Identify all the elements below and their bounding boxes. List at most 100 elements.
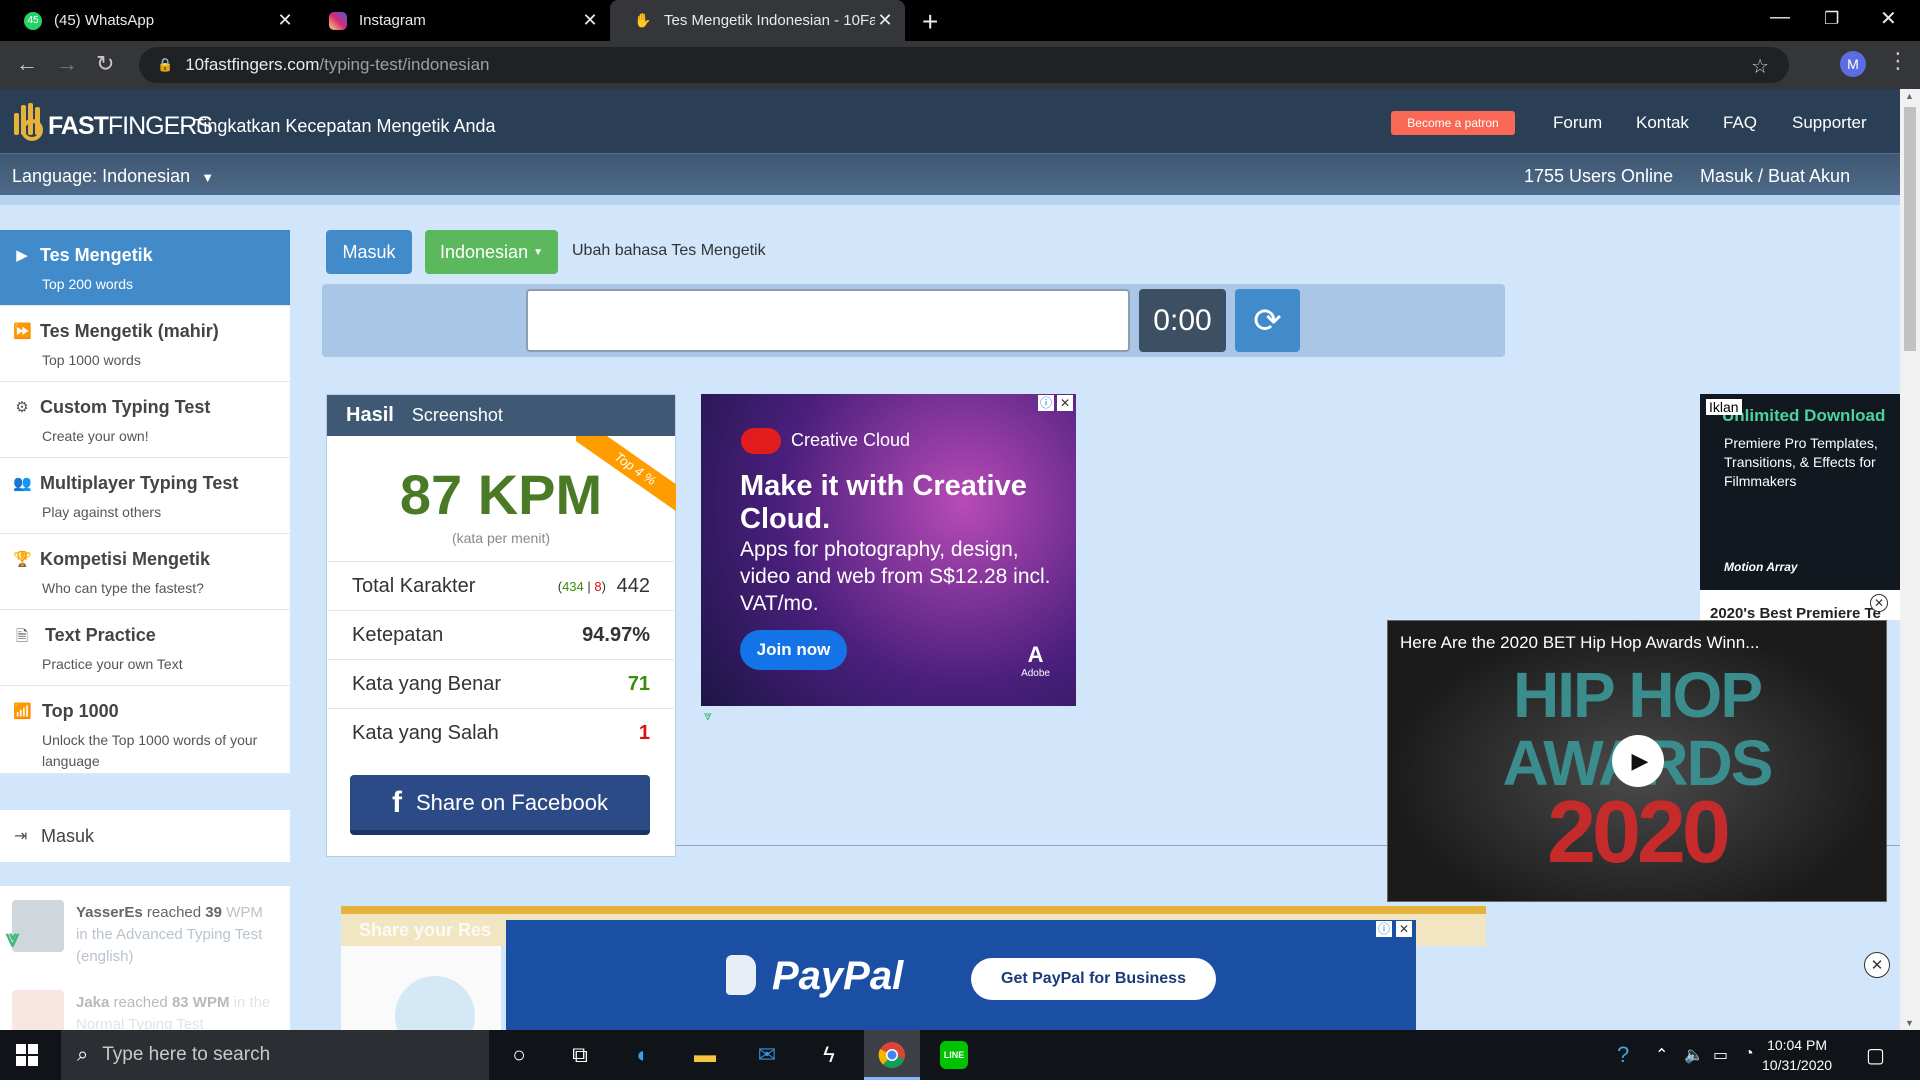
scroll-down-icon[interactable]: ▼: [1905, 1018, 1914, 1028]
login-register-link[interactable]: Masuk / Buat Akun: [1700, 166, 1850, 187]
windows-start-icon[interactable]: [16, 1044, 38, 1066]
list-item[interactable]: YasserEs reached 39 WPM in the Advanced …: [12, 900, 282, 965]
ad-join-button[interactable]: Join now: [740, 630, 847, 670]
activity-score: 83 WPM: [171, 994, 230, 1011]
play-icon[interactable]: ▶: [1612, 735, 1664, 787]
tab-whatsapp[interactable]: 45 (45) WhatsApp ✕: [0, 0, 305, 41]
nav-supporter[interactable]: Supporter: [1792, 113, 1867, 133]
share-title: Share your Res: [359, 920, 492, 940]
clock-time: 10:04 PM: [1767, 1037, 1827, 1053]
close-icon[interactable]: ✕: [875, 10, 895, 31]
app-s-icon[interactable]: ϟ: [813, 1039, 845, 1071]
ad-headline: Make it with Creative Cloud.: [740, 470, 1027, 535]
sidebar-item-tes-mengetik-mahir[interactable]: ⏩ Tes Mengetik (mahir) Top 1000 words: [0, 306, 290, 382]
creative-cloud-ad[interactable]: Creative Cloud Make it with Creative Clo…: [701, 394, 1076, 706]
restart-button[interactable]: ⟳: [1235, 289, 1300, 352]
reload-icon[interactable]: ↻: [96, 51, 114, 77]
search-placeholder: Type here to search: [102, 1044, 271, 1065]
ad-feedback-icon[interactable]: ⩔: [704, 707, 712, 724]
close-icon[interactable]: ✕: [275, 10, 295, 31]
address-bar[interactable]: 🔒 10fastfingers.com/typing-test/indonesi…: [139, 47, 1789, 83]
new-tab-button[interactable]: +: [922, 6, 938, 38]
sign-in-icon: ⇥: [14, 828, 28, 845]
profile-avatar[interactable]: M: [1840, 51, 1866, 77]
ad-feedback-icon[interactable]: ⩔: [6, 925, 20, 953]
file-explorer-icon[interactable]: ▬: [689, 1039, 721, 1071]
sidebar-item-text-practice[interactable]: 🗎 Text Practice Practice your own Text: [0, 610, 290, 686]
chrome-icon[interactable]: [876, 1039, 908, 1071]
wifi-icon[interactable]: ◔: [1744, 1045, 1754, 1063]
stat-label: Total Karakter: [352, 575, 476, 597]
avatar: [12, 990, 64, 1031]
login-button[interactable]: Masuk: [326, 230, 412, 274]
paypal-logo: PayPal: [726, 954, 903, 999]
site-logo[interactable]: FASTFINGERS: [12, 103, 213, 141]
instagram-icon: [329, 11, 347, 30]
sidebar-login[interactable]: ⇥ Masuk: [0, 810, 290, 862]
forward-icon[interactable]: →: [56, 51, 78, 77]
language-dropdown-button[interactable]: Indonesian ▼: [425, 230, 558, 274]
line-icon[interactable]: LINE: [938, 1039, 970, 1071]
become-patron-button[interactable]: Become a patron: [1391, 111, 1515, 135]
bookmark-star-icon[interactable]: ☆: [1751, 54, 1769, 79]
activity-text: Jaka reached 83 WPM in the Normal Typing…: [76, 992, 276, 1031]
motion-array-ad[interactable]: Unlimited Download Premiere Pro Template…: [1700, 394, 1900, 590]
ad-close-icon[interactable]: ✕: [1396, 921, 1412, 937]
language-selector[interactable]: Language: Indonesian ▼: [12, 166, 214, 187]
sidebar-item-title: Text Practice: [45, 625, 156, 645]
volume-icon[interactable]: 🔈: [1684, 1045, 1704, 1065]
sidebar-item-title: Tes Mengetik: [40, 245, 153, 265]
list-item[interactable]: Jaka reached 83 WPM in the Normal Typing…: [12, 990, 282, 1031]
ad-close-icon[interactable]: ✕: [1057, 395, 1073, 411]
adchoices-icon[interactable]: ⓘ: [1038, 395, 1054, 411]
paypal-icon: [726, 955, 756, 995]
nav-forum[interactable]: Forum: [1553, 113, 1602, 133]
tab-10fastfingers[interactable]: ✋ Tes Mengetik Indonesian - 10Fas ✕: [610, 0, 905, 41]
tab-screenshot[interactable]: Screenshot: [412, 405, 503, 426]
system-clock[interactable]: 10:04 PM 10/31/2020: [1762, 1035, 1832, 1075]
typing-input[interactable]: [526, 289, 1130, 352]
sidebar-item-kompetisi[interactable]: 🏆 Kompetisi Mengetik Who can type the fa…: [0, 534, 290, 610]
video-art-hiphop: HIP HOP: [1513, 659, 1763, 731]
close-icon[interactable]: ✕: [580, 10, 600, 31]
chevron-up-icon[interactable]: ⌃: [1655, 1045, 1668, 1065]
nav-kontak[interactable]: Kontak: [1636, 113, 1689, 133]
stat-label: Kata yang Benar: [352, 673, 501, 695]
sidebar-item-top-1000[interactable]: 📶 Top 1000 Unlock the Top 1000 words of …: [0, 686, 290, 774]
paypal-cta-button[interactable]: Get PayPal for Business: [971, 958, 1216, 1000]
help-icon[interactable]: ?: [1617, 1042, 1629, 1068]
scrollbar-thumb[interactable]: [1904, 107, 1916, 351]
video-player[interactable]: Here Are the 2020 BET Hip Hop Awards Win…: [1387, 620, 1887, 902]
tab-instagram[interactable]: Instagram ✕: [305, 0, 610, 41]
logo-fast: FAST: [48, 112, 109, 140]
edge-icon[interactable]: ◐: [627, 1039, 659, 1071]
split-separator: |: [587, 579, 591, 594]
mail-icon[interactable]: ✉: [751, 1039, 783, 1071]
share-facebook-button[interactable]: f Share on Facebook: [350, 775, 650, 835]
notification-icon[interactable]: ▢: [1866, 1043, 1885, 1068]
battery-icon[interactable]: ▭: [1713, 1045, 1728, 1065]
adchoices-icon[interactable]: ⓘ: [1376, 921, 1392, 937]
task-view-icon[interactable]: ⧉: [564, 1039, 596, 1071]
sidebar-item-multiplayer[interactable]: 👥 Multiplayer Typing Test Play against o…: [0, 458, 290, 534]
back-icon[interactable]: ←: [16, 51, 38, 77]
window-close-icon[interactable]: ✕: [1880, 6, 1897, 31]
bottom-ad-close-icon[interactable]: ✕: [1864, 952, 1890, 978]
url-host: 10fastfingers.com: [185, 55, 320, 74]
page-scrollbar[interactable]: ▲ ▼: [1900, 89, 1920, 1030]
sidebar-item-tes-mengetik[interactable]: ▶ Tes Mengetik Top 200 words: [0, 230, 290, 306]
whatsapp-icon: 45: [24, 11, 42, 30]
timer: 0:00: [1139, 289, 1226, 352]
restore-icon[interactable]: ❐: [1824, 9, 1839, 29]
correct-keystrokes: 434: [562, 579, 584, 594]
tab-hasil[interactable]: Hasil: [346, 404, 394, 427]
browser-menu-icon[interactable]: ⋮: [1887, 48, 1909, 74]
taskbar-search[interactable]: ⌕ Type here to search: [61, 1030, 489, 1080]
video-close-icon[interactable]: ✕: [1870, 594, 1888, 612]
minimize-icon[interactable]: —: [1770, 6, 1790, 29]
paypal-ad[interactable]: PayPal Get PayPal for Business: [506, 920, 1416, 1032]
sidebar-item-custom-typing-test[interactable]: ⚙ Custom Typing Test Create your own!: [0, 382, 290, 458]
nav-faq[interactable]: FAQ: [1723, 113, 1757, 133]
cortana-icon[interactable]: ○: [503, 1039, 535, 1071]
scroll-up-icon[interactable]: ▲: [1905, 91, 1914, 101]
